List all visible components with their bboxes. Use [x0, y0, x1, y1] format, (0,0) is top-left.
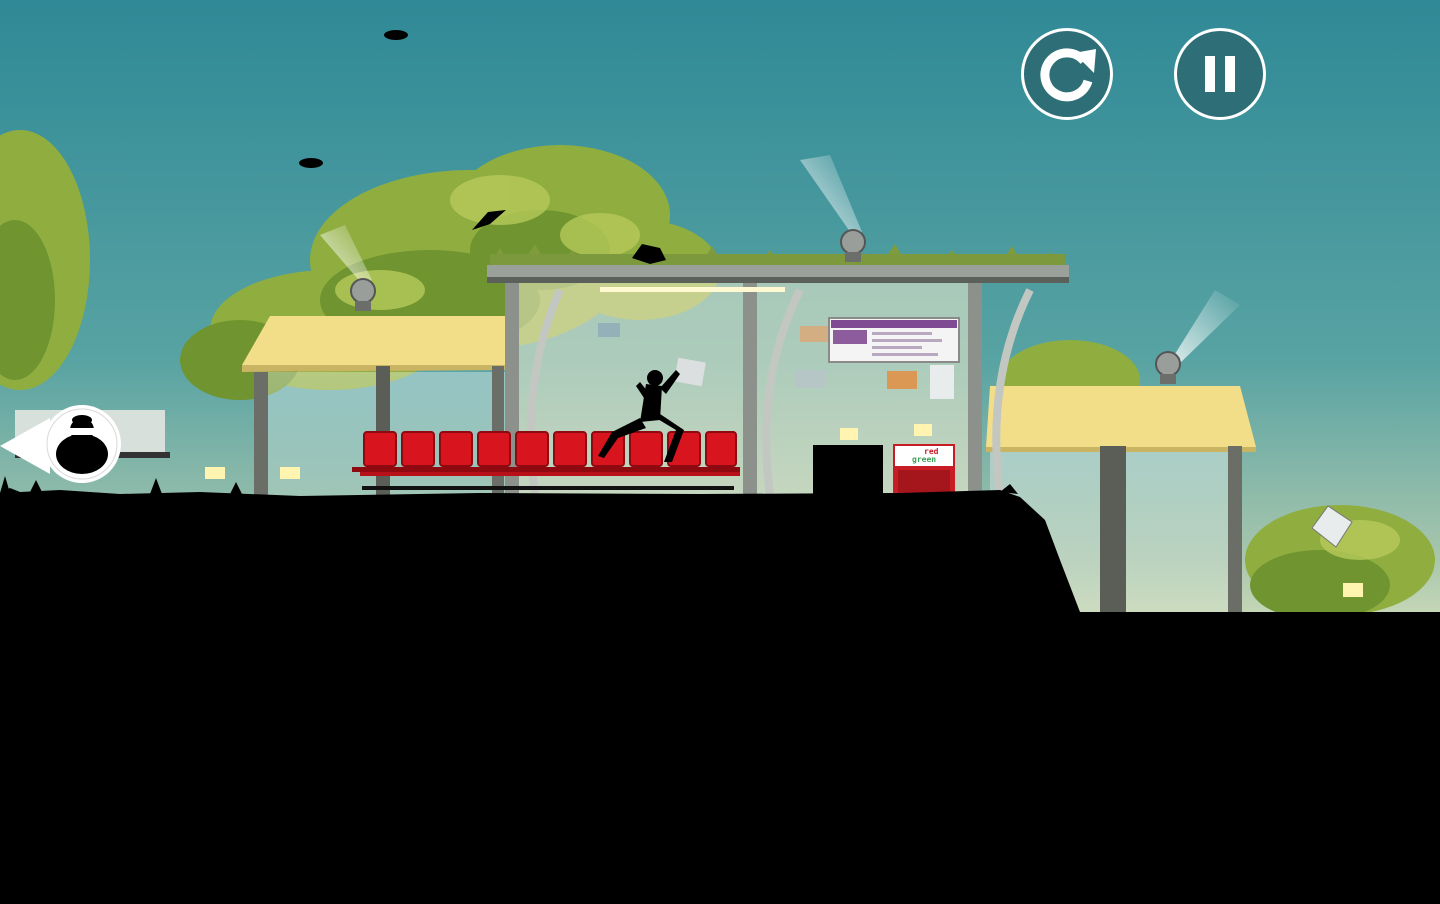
pause-icon — [1205, 56, 1235, 92]
black-crate — [813, 445, 883, 497]
game-scene: red green — [0, 0, 1440, 900]
vending-label-bottom: green — [912, 455, 937, 464]
restart-icon — [1040, 48, 1096, 102]
hunter-silhouette-icon — [0, 405, 121, 483]
chaser-indicator — [0, 402, 126, 490]
restart-button[interactable] — [1021, 28, 1113, 120]
pause-button[interactable] — [1174, 28, 1266, 120]
timetable-board — [828, 317, 960, 363]
scene-art — [0, 0, 1440, 900]
